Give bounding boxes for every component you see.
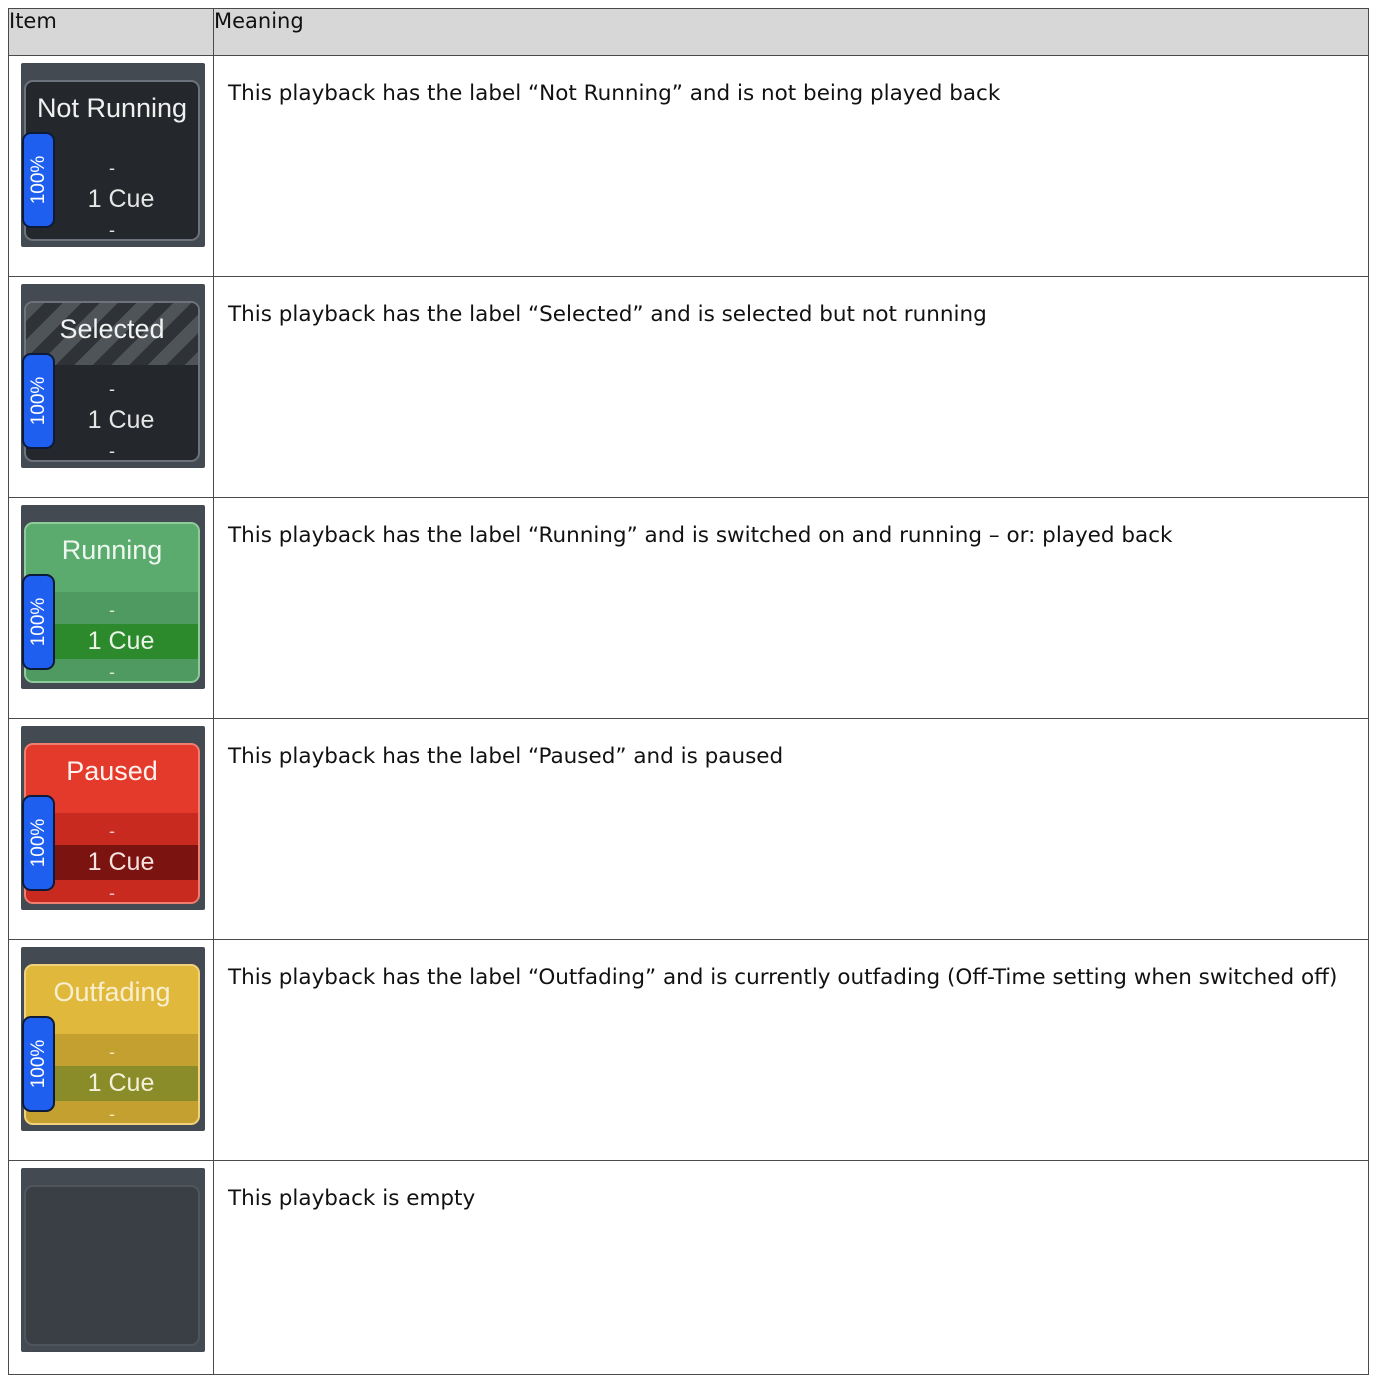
- fader-level-text: 100%: [27, 155, 49, 205]
- playback-tile-selected: Selected - 1 Cue - 100%: [21, 284, 205, 468]
- fader-level-bar: 100%: [22, 353, 55, 449]
- playback-tile-outfading: Outfading - 1 Cue - 100%: [21, 947, 205, 1131]
- table-row: Paused - 1 Cue - 100% This playback has …: [8, 718, 1369, 940]
- meaning-text: This playback has the label “Running” an…: [213, 497, 1369, 719]
- tile-label: Running: [61, 535, 163, 565]
- empty-tile-face: [24, 1185, 200, 1346]
- tile-label: Selected: [59, 314, 165, 344]
- tile-label: Outfading: [53, 977, 171, 1007]
- meaning-text: This playback has the label “Outfading” …: [213, 939, 1369, 1161]
- fader-level-bar: 100%: [22, 132, 55, 228]
- playback-tile-empty: [21, 1168, 205, 1352]
- playback-tile-paused: Paused - 1 Cue - 100%: [21, 726, 205, 910]
- fader-level-text: 100%: [27, 1039, 49, 1089]
- table-row: This playback is empty: [8, 1160, 1369, 1375]
- header-item: Item: [8, 8, 214, 56]
- table-row: Not Running - 1 Cue - 100% This playback…: [8, 55, 1369, 277]
- fader-level-text: 100%: [27, 376, 49, 426]
- table-row: Outfading - 1 Cue - 100% This playback h…: [8, 939, 1369, 1161]
- playback-tile-running: Running - 1 Cue - 100%: [21, 505, 205, 689]
- fader-level-bar: 100%: [22, 1016, 55, 1112]
- header-meaning: Meaning: [213, 8, 1369, 56]
- meaning-text: This playback is empty: [213, 1160, 1369, 1375]
- meaning-text: This playback has the label “Paused” and…: [213, 718, 1369, 940]
- fader-level-text: 100%: [27, 597, 49, 647]
- fader-level-bar: 100%: [22, 795, 55, 891]
- tile-label: Not Running: [36, 93, 188, 123]
- tile-label: Paused: [66, 756, 158, 786]
- table-row: Running - 1 Cue - 100% This playback has…: [8, 497, 1369, 719]
- table-row: Selected - 1 Cue - 100% This playback ha…: [8, 276, 1369, 498]
- playback-tile-not-running: Not Running - 1 Cue - 100%: [21, 63, 205, 247]
- fader-level-bar: 100%: [22, 574, 55, 670]
- meaning-text: This playback has the label “Not Running…: [213, 55, 1369, 277]
- fader-level-text: 100%: [27, 818, 49, 868]
- playback-legend-table: Item Meaning Not Running - 1 Cue - 100% …: [8, 8, 1369, 1375]
- meaning-text: This playback has the label “Selected” a…: [213, 276, 1369, 498]
